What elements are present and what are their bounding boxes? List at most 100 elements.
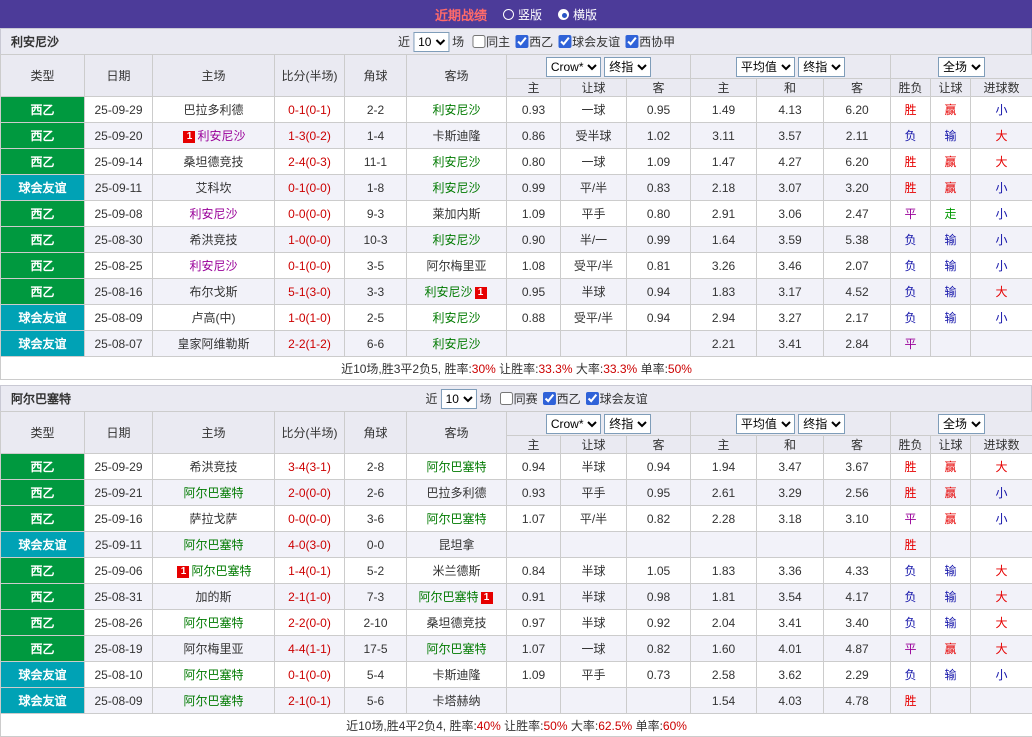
filter-checkbox[interactable] bbox=[558, 35, 571, 48]
handicap-cell: 受平/半 bbox=[561, 305, 627, 331]
team-section-albacete: 阿尔巴塞特 近 10 场 同赛西乙球会友谊 类型 日期 主场 比分(半场) 角球… bbox=[0, 385, 1032, 737]
team-link[interactable]: 利安尼沙 bbox=[432, 181, 480, 195]
avg-away-cell: 4.52 bbox=[824, 279, 891, 305]
team-link[interactable]: 阿尔巴塞特 bbox=[183, 694, 243, 708]
team-link[interactable]: 布尔戈斯 bbox=[189, 285, 237, 299]
odds-stage-select[interactable]: 终指 bbox=[604, 57, 651, 77]
scope-select[interactable]: 全场 bbox=[938, 57, 985, 77]
team-link[interactable]: 利安尼沙 bbox=[197, 129, 245, 143]
goals-result-cell: 大 bbox=[971, 149, 1032, 175]
scope-header-group: 全场 bbox=[891, 55, 1032, 79]
team-link[interactable]: 阿尔巴塞特 bbox=[426, 642, 486, 656]
team-link[interactable]: 卡斯迪隆 bbox=[432, 668, 480, 682]
score-cell: 2-2(0-0) bbox=[275, 610, 345, 636]
team-link[interactable]: 桑坦德竞技 bbox=[426, 616, 486, 630]
team-link[interactable]: 希洪竞技 bbox=[189, 233, 237, 247]
corner-cell: 2-2 bbox=[345, 97, 407, 123]
team-link[interactable]: 卡斯迪隆 bbox=[432, 129, 480, 143]
team-link[interactable]: 利安尼沙 bbox=[189, 259, 237, 273]
team-link[interactable]: 莱加内斯 bbox=[432, 207, 480, 221]
filter-option[interactable]: 同赛 bbox=[495, 390, 538, 407]
team-link[interactable]: 昆坦拿 bbox=[438, 538, 474, 552]
col-date: 日期 bbox=[85, 412, 153, 454]
team-link[interactable]: 利安尼沙 bbox=[432, 155, 480, 169]
team-link[interactable]: 阿尔巴塞特 bbox=[183, 538, 243, 552]
filter-option[interactable]: 西乙 bbox=[538, 390, 581, 407]
team-link[interactable]: 阿尔巴塞特 bbox=[183, 486, 243, 500]
odds-company-select[interactable]: Crow* bbox=[546, 414, 601, 434]
handicap-cell: 受平/半 bbox=[561, 253, 627, 279]
filter-option[interactable]: 球会友谊 bbox=[581, 390, 648, 407]
odds-away-cell bbox=[627, 688, 691, 714]
team-link[interactable]: 阿尔巴塞特 bbox=[183, 668, 243, 682]
odds-away-cell: 0.80 bbox=[627, 201, 691, 227]
scope-select[interactable]: 全场 bbox=[938, 414, 985, 434]
col-odds-home: 主 bbox=[507, 79, 561, 97]
filter-checkbox[interactable] bbox=[515, 35, 528, 48]
games-suffix-label: 场 bbox=[480, 390, 492, 407]
odds-away-cell: 0.73 bbox=[627, 662, 691, 688]
avg-stage-select[interactable]: 终指 bbox=[798, 57, 845, 77]
team-link[interactable]: 米兰德斯 bbox=[432, 564, 480, 578]
recent-count-select[interactable]: 10 bbox=[413, 32, 449, 52]
filter-checkbox[interactable] bbox=[500, 392, 513, 405]
avg-home-cell: 2.61 bbox=[691, 480, 757, 506]
team-link[interactable]: 阿尔梅里亚 bbox=[183, 642, 243, 656]
date-cell: 25-09-11 bbox=[85, 532, 153, 558]
recent-count-select[interactable]: 10 bbox=[441, 389, 477, 409]
odds-stage-select[interactable]: 终指 bbox=[604, 414, 651, 434]
match-row: 西乙25-09-29巴拉多利德0-1(0-1)2-2利安尼沙0.93一球0.95… bbox=[1, 97, 1032, 123]
team-link[interactable]: 萨拉戈萨 bbox=[189, 512, 237, 526]
date-cell: 25-09-14 bbox=[85, 149, 153, 175]
team-link[interactable]: 桑坦德竞技 bbox=[183, 155, 243, 169]
goals-result-cell: 大 bbox=[971, 584, 1032, 610]
avg-stage-select[interactable]: 终指 bbox=[798, 414, 845, 434]
team-link[interactable]: 利安尼沙 bbox=[432, 103, 480, 117]
filter-option[interactable]: 西协甲 bbox=[620, 33, 675, 50]
avg-home-cell: 2.04 bbox=[691, 610, 757, 636]
odds-company-select[interactable]: Crow* bbox=[546, 57, 601, 77]
odds-away-cell: 0.82 bbox=[627, 506, 691, 532]
team-link[interactable]: 阿尔巴塞特 bbox=[426, 460, 486, 474]
team-link[interactable]: 阿尔巴塞特 bbox=[418, 590, 478, 604]
col-away: 客场 bbox=[407, 412, 507, 454]
filter-checkbox[interactable] bbox=[625, 35, 638, 48]
team-link[interactable]: 卢高(中) bbox=[192, 311, 236, 325]
team-link[interactable]: 利安尼沙 bbox=[432, 311, 480, 325]
team-link[interactable]: 利安尼沙 bbox=[424, 285, 472, 299]
team-link[interactable]: 加的斯 bbox=[195, 590, 231, 604]
filter-option[interactable]: 球会友谊 bbox=[553, 33, 620, 50]
team-link[interactable]: 阿尔巴塞特 bbox=[426, 512, 486, 526]
radio-horizontal[interactable]: 横版 bbox=[558, 6, 597, 23]
team-link[interactable]: 巴拉多利德 bbox=[426, 486, 486, 500]
league-type-cell: 西乙 bbox=[1, 201, 85, 227]
team-link[interactable]: 利安尼沙 bbox=[189, 207, 237, 221]
filter-checkbox[interactable] bbox=[472, 35, 485, 48]
avg-draw-cell bbox=[757, 532, 824, 558]
corner-cell: 11-1 bbox=[345, 149, 407, 175]
team-link[interactable]: 阿尔巴塞特 bbox=[183, 616, 243, 630]
score-cell: 0-1(0-0) bbox=[275, 662, 345, 688]
team-link[interactable]: 利安尼沙 bbox=[432, 233, 480, 247]
team-link[interactable]: 卡塔赫纳 bbox=[432, 694, 480, 708]
team-name: 利安尼沙 bbox=[11, 33, 59, 50]
team-link[interactable]: 皇家阿维勒斯 bbox=[177, 337, 249, 351]
filter-option[interactable]: 同主 bbox=[467, 33, 510, 50]
filter-checkbox[interactable] bbox=[586, 392, 599, 405]
team-link[interactable]: 巴拉多利德 bbox=[183, 103, 243, 117]
team-link[interactable]: 艾科坎 bbox=[195, 181, 231, 195]
filter-checkbox[interactable] bbox=[543, 392, 556, 405]
team-link[interactable]: 利安尼沙 bbox=[432, 337, 480, 351]
team-link[interactable]: 阿尔巴塞特 bbox=[191, 564, 251, 578]
odds-home-cell: 0.91 bbox=[507, 584, 561, 610]
radio-vertical[interactable]: 竖版 bbox=[503, 6, 542, 23]
avg-source-select[interactable]: 平均值 bbox=[736, 57, 795, 77]
avg-source-select[interactable]: 平均值 bbox=[736, 414, 795, 434]
team-link[interactable]: 希洪竞技 bbox=[189, 460, 237, 474]
radio-vertical-icon[interactable] bbox=[503, 9, 514, 20]
team-link[interactable]: 阿尔梅里亚 bbox=[426, 259, 486, 273]
summary-text: 50% bbox=[544, 719, 568, 733]
radio-horizontal-icon[interactable] bbox=[558, 9, 569, 20]
col-score: 比分(半场) bbox=[275, 412, 345, 454]
filter-option[interactable]: 西乙 bbox=[510, 33, 553, 50]
